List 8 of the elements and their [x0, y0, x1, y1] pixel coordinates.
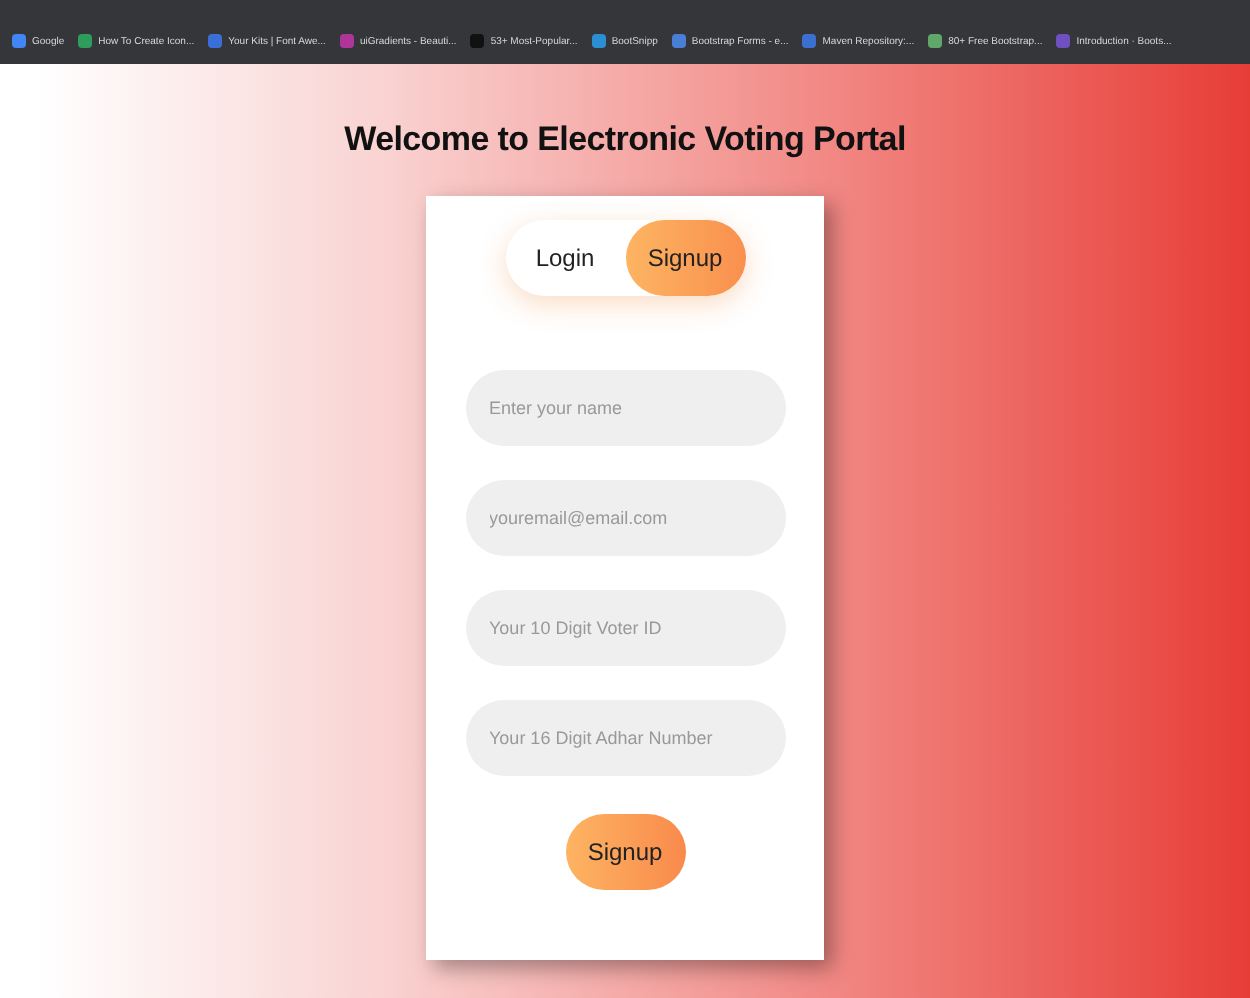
input-field[interactable]: Enter your name: [465, 370, 785, 446]
signup-button[interactable]: Signup: [565, 814, 685, 890]
input-field[interactable]: youremail@email.com: [465, 480, 785, 556]
input-field[interactable]: Your 16 Digit Adhar Number: [465, 700, 785, 776]
auth-tab[interactable]: Login: [505, 220, 625, 296]
page-heading: Welcome to Electronic Voting Portal: [344, 120, 906, 160]
input-field[interactable]: Your 10 Digit Voter ID: [465, 590, 785, 666]
auth-tab[interactable]: Signup: [625, 220, 745, 296]
